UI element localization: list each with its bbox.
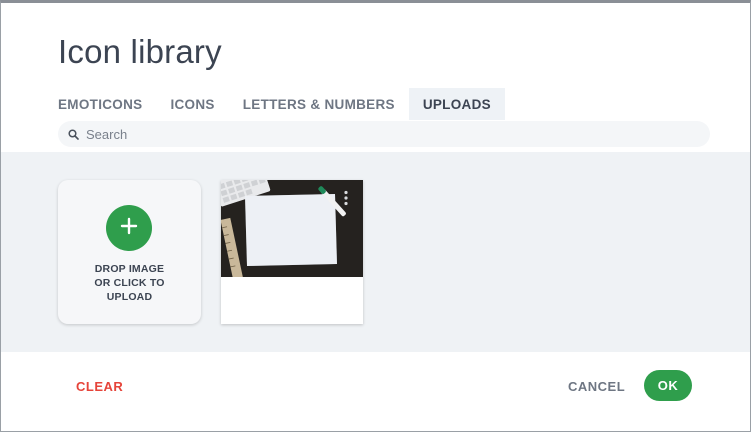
uploads-panel: DROP IMAGE OR CLICK TO UPLOAD: [1, 152, 750, 352]
tab-icons[interactable]: ICONS: [156, 88, 228, 120]
search-icon: [68, 128, 80, 140]
clear-button[interactable]: CLEAR: [76, 379, 123, 394]
icon-library-dialog: Icon library EMOTICONS ICONS LETTERS & N…: [0, 0, 751, 432]
ok-button[interactable]: OK: [644, 370, 692, 401]
cancel-button[interactable]: CANCEL: [568, 379, 625, 394]
plus-icon: [120, 217, 138, 240]
upload-dropzone[interactable]: DROP IMAGE OR CLICK TO UPLOAD: [58, 180, 201, 324]
tab-letters-numbers[interactable]: LETTERS & NUMBERS: [229, 88, 409, 120]
dialog-title: Icon library: [58, 33, 222, 70]
uploaded-image-card[interactable]: [221, 180, 363, 324]
dropzone-label: DROP IMAGE OR CLICK TO UPLOAD: [94, 263, 165, 303]
search-bar: [58, 121, 710, 147]
kebab-menu-icon[interactable]: [343, 190, 349, 206]
tab-emoticons[interactable]: EMOTICONS: [58, 88, 156, 120]
tab-uploads[interactable]: UPLOADS: [408, 88, 505, 120]
add-upload-button[interactable]: [106, 205, 152, 251]
search-input[interactable]: [86, 126, 686, 142]
tab-bar: EMOTICONS ICONS LETTERS & NUMBERS UPLOAD…: [58, 88, 505, 120]
uploaded-image-thumbnail: [221, 180, 363, 277]
